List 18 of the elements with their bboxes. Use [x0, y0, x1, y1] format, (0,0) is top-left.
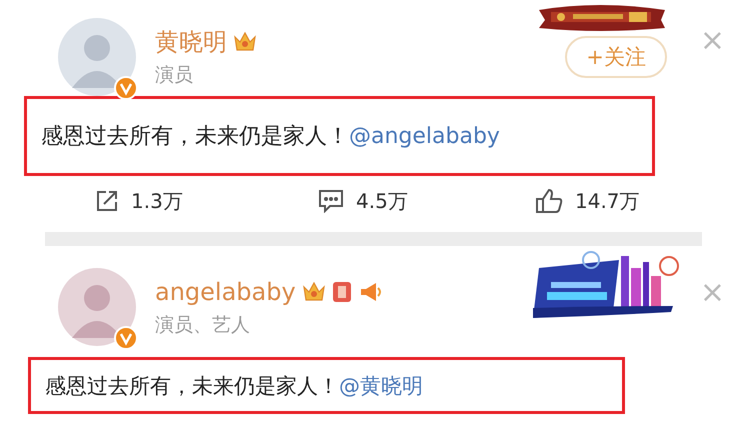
mention-link[interactable]: @angelababy	[349, 124, 500, 148]
badge-icon	[332, 281, 352, 303]
comment-icon	[318, 189, 344, 213]
mention-link[interactable]: @黄晓明	[339, 372, 423, 400]
crown-icon	[302, 281, 326, 303]
like-count[interactable]: 14.7万	[575, 188, 640, 214]
thumbs-up-icon	[535, 188, 563, 214]
crown-icon	[233, 31, 257, 53]
follow-button[interactable]: +关注	[565, 36, 667, 78]
user-name[interactable]: angelababy	[155, 278, 296, 306]
post-text: 感恩过去所有，未来仍是家人！@angelababy	[24, 96, 655, 176]
share-icon	[95, 189, 119, 213]
comment-count[interactable]: 4.5万	[356, 188, 408, 214]
user-name[interactable]: 黄晓明	[155, 28, 227, 56]
user-title: 演员、艺人	[155, 314, 251, 336]
user-title: 演员	[155, 64, 194, 86]
share-count[interactable]: 1.3万	[131, 188, 183, 214]
post-text: 感恩过去所有，未来仍是家人！@黄晓明	[28, 357, 625, 414]
